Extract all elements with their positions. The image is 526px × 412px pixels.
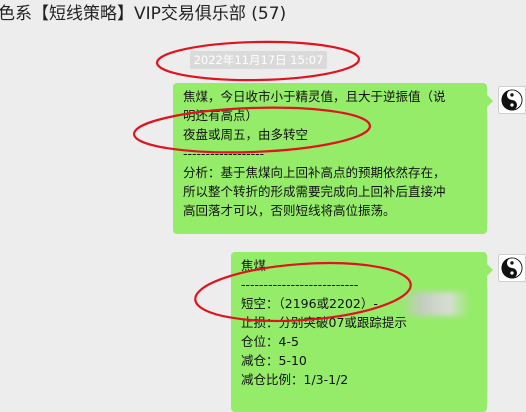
avatar[interactable] xyxy=(498,86,526,114)
redaction-blur xyxy=(400,292,470,316)
message-line: 所以整个转折的形成需要完成向上回补后直接冲 xyxy=(183,184,446,199)
message-line: 分析：基于焦煤向上回补高点的预期依然存在， xyxy=(183,165,446,180)
message-line: 明还有高点） xyxy=(183,108,259,123)
yin-yang-icon xyxy=(501,89,523,111)
yin-yang-icon xyxy=(501,257,523,279)
message-line: ------------------ xyxy=(183,146,265,161)
message-line: 仓位：4-5 xyxy=(241,334,299,349)
message-line: 焦煤，今日收市小于精灵值，且大于逆振值（说 xyxy=(183,89,446,104)
message-line: 高回落才可以，否则短线将高位振荡。 xyxy=(183,203,396,218)
chat-title[interactable]: 色系【短线策略】VIP交易俱乐部 (57) xyxy=(0,3,286,25)
message-line: 焦煤 xyxy=(241,258,267,273)
message-line: 减仓：5-10 xyxy=(241,353,307,368)
message-bubble[interactable]: 焦煤 -------------------------- 短空：（2196或2… xyxy=(231,252,493,412)
message-line: 减仓比例：1/3-1/2 xyxy=(241,372,349,387)
message-line: 夜盘或周五，由多转空 xyxy=(183,127,309,142)
message-timestamp: 2022年11月17日 15:07 xyxy=(190,51,327,69)
avatar[interactable] xyxy=(498,254,526,282)
chat-header: 色系【短线策略】VIP交易俱乐部 (57) xyxy=(0,0,526,30)
message-bubble[interactable]: 焦煤，今日收市小于精灵值，且大于逆振值（说 明还有高点） 夜盘或周五，由多转空 … xyxy=(173,83,493,234)
